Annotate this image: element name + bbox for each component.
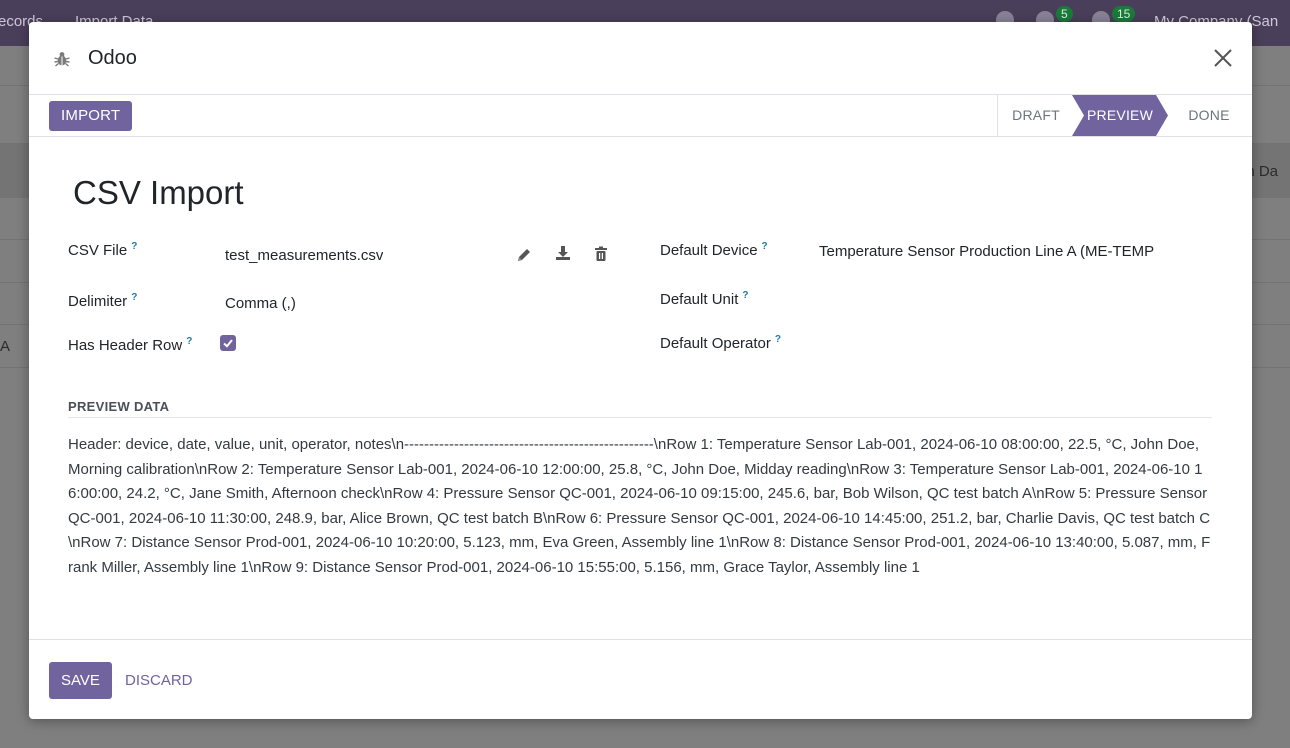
- default-operator-label: Default Operator?: [660, 334, 781, 352]
- help-tooltip[interactable]: ?: [186, 336, 192, 347]
- stage-pipeline: DRAFT PREVIEW DONE: [997, 95, 1252, 136]
- stage-done[interactable]: DONE: [1166, 95, 1252, 136]
- dialog-footer: SAVE DISCARD: [29, 639, 1252, 719]
- discard-button[interactable]: DISCARD: [125, 662, 193, 699]
- download-icon[interactable]: [555, 245, 571, 261]
- dialog-title: Odoo: [88, 47, 137, 69]
- stage-preview[interactable]: PREVIEW: [1072, 95, 1168, 136]
- delimiter-label: Delimiter?: [68, 292, 138, 310]
- form-title: CSV Import: [73, 174, 244, 211]
- activities-badge: 15: [1112, 6, 1136, 22]
- stage-draft[interactable]: DRAFT: [998, 95, 1074, 136]
- bug-icon: [54, 52, 70, 67]
- close-icon[interactable]: [1212, 47, 1234, 69]
- default-unit-label: Default Unit?: [660, 290, 749, 308]
- preview-section-title: PREVIEW DATA: [68, 399, 170, 414]
- import-button[interactable]: IMPORT: [49, 101, 133, 131]
- status-bar: IMPORT DRAFT PREVIEW DONE: [29, 95, 1252, 137]
- help-tooltip[interactable]: ?: [762, 241, 768, 252]
- csv-file-value[interactable]: test_measurements.csv: [225, 247, 383, 264]
- trash-icon[interactable]: [593, 246, 609, 262]
- import-dialog: Odoo IMPORT DRAFT PREVIEW DONE CSV Impor…: [29, 22, 1252, 719]
- delimiter-value[interactable]: Comma (,): [225, 295, 296, 312]
- background-row-fragment: A: [0, 338, 11, 355]
- default-device-label: Default Device?: [660, 241, 768, 259]
- section-divider: [68, 417, 1212, 418]
- default-device-value[interactable]: Temperature Sensor Production Line A (ME…: [819, 243, 1168, 260]
- default-operator-input[interactable]: [819, 334, 1179, 354]
- messages-badge: 5: [1056, 6, 1073, 22]
- help-tooltip[interactable]: ?: [775, 334, 781, 345]
- save-button[interactable]: SAVE: [49, 662, 112, 699]
- default-unit-input[interactable]: [819, 290, 1179, 310]
- preview-data-text: Header: device, date, value, unit, opera…: [68, 436, 1211, 576]
- help-tooltip[interactable]: ?: [131, 241, 137, 252]
- csv-file-label: CSV File?: [68, 241, 138, 259]
- help-tooltip[interactable]: ?: [742, 290, 748, 301]
- help-tooltip[interactable]: ?: [131, 292, 137, 303]
- dialog-header: Odoo: [29, 22, 1252, 95]
- check-icon: [223, 339, 233, 348]
- has-header-label: Has Header Row?: [68, 336, 193, 354]
- has-header-checkbox[interactable]: [220, 335, 236, 351]
- edit-icon[interactable]: [516, 247, 532, 263]
